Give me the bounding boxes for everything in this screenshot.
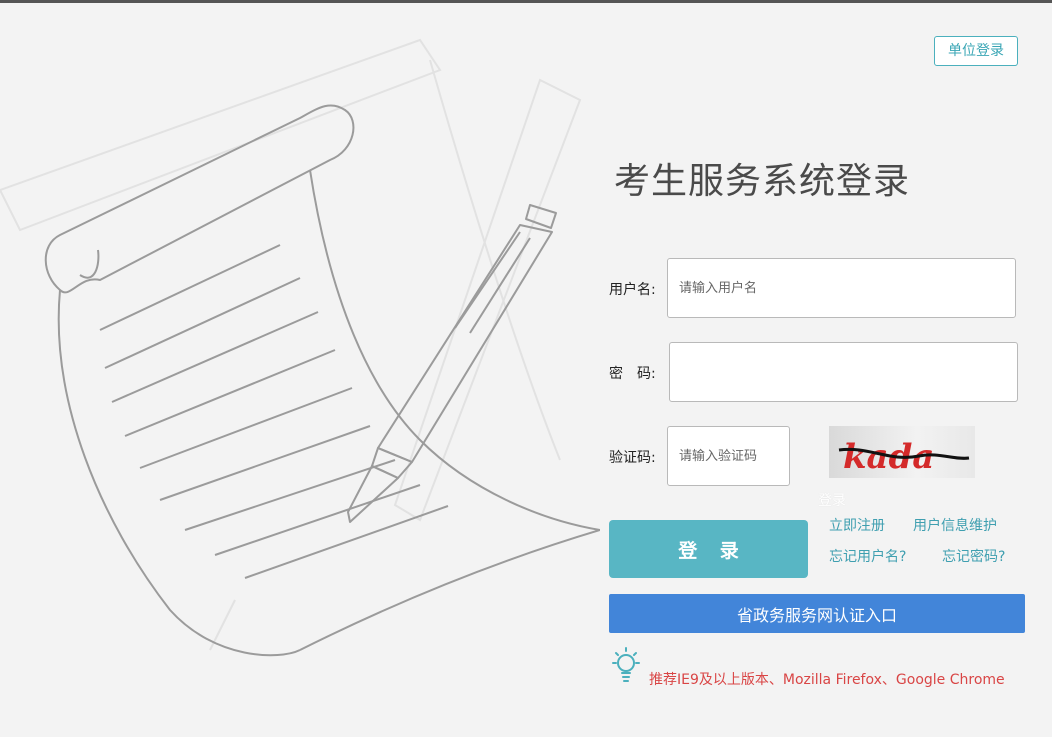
gov-portal-button[interactable]: 省政务服务网认证入口 <box>609 594 1025 633</box>
captcha-input[interactable] <box>667 426 790 486</box>
letter-pen-illustration <box>0 38 600 657</box>
register-link[interactable]: 立即注册 <box>829 515 885 535</box>
captcha-image[interactable]: kada <box>829 426 975 478</box>
username-input[interactable] <box>667 258 1016 318</box>
login-button[interactable]: 登 录 <box>609 520 808 578</box>
forgot-username-link[interactable]: 忘记用户名? <box>829 546 906 566</box>
page-title: 考生服务系统登录 <box>614 161 911 202</box>
username-label: 用户名: <box>609 282 656 298</box>
profile-maintenance-link[interactable]: 用户信息维护 <box>913 515 997 535</box>
lightbulb-icon <box>612 647 640 682</box>
password-label: 密 码: <box>609 366 656 382</box>
password-input[interactable] <box>669 342 1018 402</box>
unit-login-button[interactable]: 单位登录 <box>934 36 1018 66</box>
forgot-password-link[interactable]: 忘记密码? <box>942 546 1005 566</box>
captcha-label: 验证码: <box>609 450 656 466</box>
browser-tip-text: 推荐IE9及以上版本、Mozilla Firefox、Google Chrome <box>649 672 1005 688</box>
captcha-alt-text: 登录 <box>818 493 846 509</box>
